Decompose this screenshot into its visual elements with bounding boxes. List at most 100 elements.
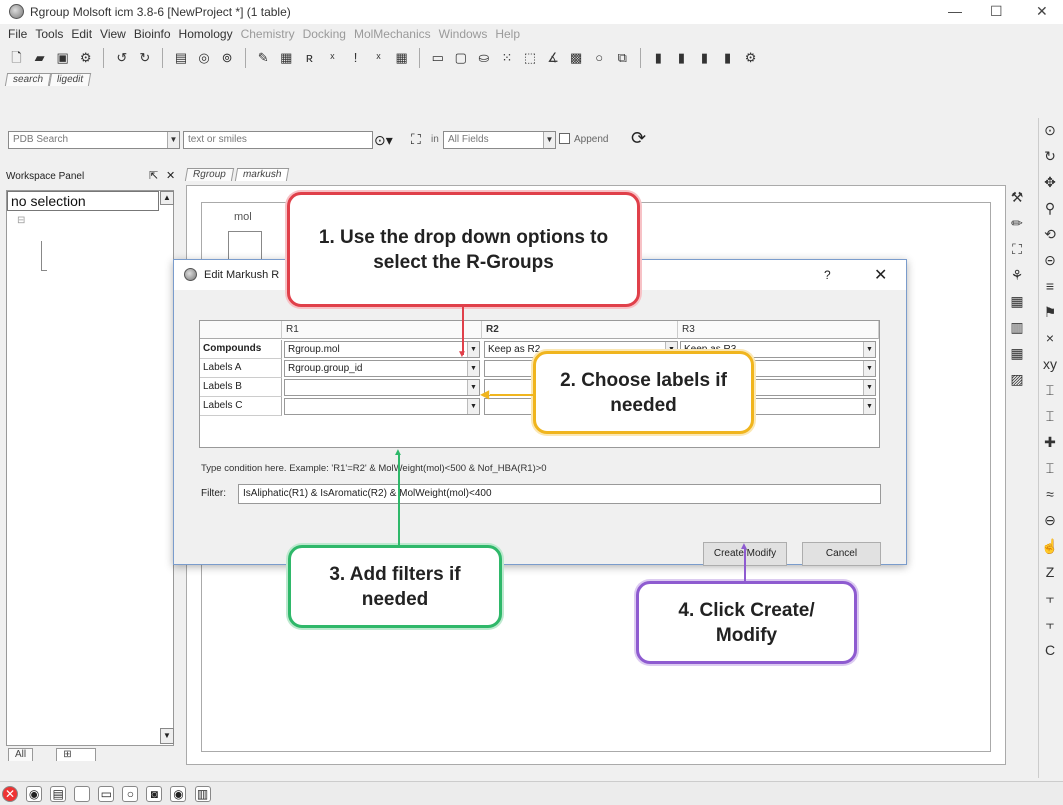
search-source-dropdown[interactable]: PDB Search ▼ <box>8 131 180 149</box>
tree-expander-icon[interactable]: ⊟ <box>17 215 25 226</box>
tab-markush[interactable]: markush <box>234 168 290 181</box>
c-icon[interactable]: C <box>1041 641 1059 659</box>
rgroup-icon[interactable]: ʀ <box>301 49 318 66</box>
chart-icon[interactable]: ▨ <box>1008 370 1026 388</box>
fade-icon[interactable]: ≈ <box>1041 485 1059 503</box>
menu-item-docking[interactable]: Docking <box>303 27 346 41</box>
menu-item-tools[interactable]: Tools <box>35 27 63 41</box>
fog-icon[interactable]: ▭ <box>429 49 446 66</box>
reaction-icon[interactable]: ˣ <box>324 49 341 66</box>
search-input[interactable]: text or smiles <box>183 131 373 149</box>
split-icon[interactable]: ⫟ <box>1041 589 1059 607</box>
z-icon[interactable]: Z <box>1041 563 1059 581</box>
help-icon[interactable]: ? <box>824 268 831 282</box>
menu-item-windows[interactable]: Windows <box>439 27 488 41</box>
close-icon[interactable]: ✕ <box>874 265 887 285</box>
grid-icon[interactable]: ▦ <box>393 49 410 66</box>
measure2-icon[interactable]: ⌶ <box>1041 407 1059 425</box>
select-box-icon[interactable]: ⬚ <box>522 49 539 66</box>
tab-all[interactable]: All <box>8 748 34 761</box>
history-icon[interactable]: ⊙▾ <box>374 132 393 149</box>
car-icon[interactable]: ⛀ <box>475 49 492 66</box>
scroll-up-icon[interactable]: ▲ <box>160 191 174 205</box>
xyz-icon[interactable]: xy <box>1041 355 1059 373</box>
workspace-tree[interactable]: no selection ▲ ⊟ ▼ <box>6 190 174 746</box>
undo-icon[interactable]: ↺ <box>113 49 130 66</box>
menu-item-help[interactable]: Help <box>495 27 520 41</box>
redo-icon[interactable]: ↻ <box>136 49 153 66</box>
binoculars-icon[interactable]: ⛶ <box>1008 240 1026 258</box>
rgroup-dropdown[interactable]: ▼ <box>284 398 480 415</box>
search-field-dropdown[interactable]: All Fields ▼ <box>443 131 556 149</box>
menu-item-file[interactable]: File <box>8 27 27 41</box>
menu-item-molmechanics[interactable]: MolMechanics <box>354 27 431 41</box>
column-header-mol[interactable]: mol <box>234 211 252 223</box>
copy-icon[interactable]: ⧉ <box>614 49 631 66</box>
table-chem-icon[interactable]: ▦ <box>278 49 295 66</box>
measure-icon[interactable]: ⌶ <box>1041 381 1059 399</box>
pencil-icon[interactable]: ✏ <box>1008 214 1026 232</box>
building-icon[interactable]: ▥ <box>194 786 211 802</box>
bar3-icon[interactable]: ▮ <box>696 49 713 66</box>
rgroup-dropdown[interactable]: Rgroup.group_id ▼ <box>284 360 480 377</box>
cancel-button[interactable]: Cancel <box>802 542 881 566</box>
tab-filter[interactable]: ⊞ <box>56 748 97 761</box>
rgroup-dropdown[interactable]: Rgroup.mol ▼ <box>284 341 480 358</box>
dots-icon[interactable]: ⁙ <box>498 49 515 66</box>
lock-icon[interactable]: ⊝ <box>1041 251 1059 269</box>
open-folder-icon[interactable]: ▰ <box>31 49 48 66</box>
refresh-icon[interactable]: ⟳ <box>631 128 646 149</box>
ring-icon[interactable]: ○ <box>122 786 139 802</box>
close-icon[interactable]: × <box>1041 329 1059 347</box>
measure3-icon[interactable]: ⌶ <box>1041 459 1059 477</box>
pin-icon[interactable]: ⚑ <box>1041 303 1059 321</box>
target-icon[interactable]: ⊙ <box>1041 121 1059 139</box>
search-molecule-icon[interactable]: ◎ <box>196 49 213 66</box>
blank-icon[interactable] <box>74 786 91 802</box>
structure-icon[interactable]: ▢ <box>452 49 469 66</box>
tab-rgroup[interactable]: Rgroup <box>184 168 234 181</box>
menu-item-view[interactable]: View <box>100 27 126 41</box>
scroll-down-icon[interactable]: ▼ <box>160 728 174 744</box>
bar4-icon[interactable]: ▮ <box>719 49 736 66</box>
menu-item-chemistry[interactable]: Chemistry <box>241 27 295 41</box>
undock-icon[interactable]: ⇱ <box>149 169 158 182</box>
stop-icon[interactable]: ✕ <box>2 786 18 802</box>
tab-ligedit[interactable]: ligedit <box>48 73 92 86</box>
tree-icon[interactable]: ⚘ <box>1008 266 1026 284</box>
record-icon[interactable]: ◉ <box>26 786 43 802</box>
circle-icon[interactable]: ○ <box>591 49 608 66</box>
zoom-icon[interactable]: ⚲ <box>1041 199 1059 217</box>
menu-item-edit[interactable]: Edit <box>71 27 92 41</box>
chem-edit-icon[interactable]: ✎ <box>255 49 272 66</box>
move-icon[interactable]: ✥ <box>1041 173 1059 191</box>
layers-icon[interactable]: ≡ <box>1041 277 1059 295</box>
monitor-icon[interactable]: ▩ <box>568 49 585 66</box>
close-panel-icon[interactable]: ✕ <box>166 169 175 182</box>
workspace-selection[interactable]: no selection <box>7 191 159 211</box>
menu-item-bioinfo[interactable]: Bioinfo <box>134 27 171 41</box>
split2-icon[interactable]: ⫟ <box>1041 615 1059 633</box>
new-file-icon[interactable]: 🗋 <box>8 49 25 66</box>
bar1-icon[interactable]: ▮ <box>650 49 667 66</box>
table-icon[interactable]: ▦ <box>1008 292 1026 310</box>
minimize-icon[interactable]: — <box>948 3 962 19</box>
page-icon[interactable]: ▤ <box>50 786 67 802</box>
grid-icon[interactable]: ▦ <box>1008 344 1026 362</box>
rgroup-dropdown[interactable]: ▼ <box>284 379 480 396</box>
bar2-icon[interactable]: ▮ <box>673 49 690 66</box>
alert-icon[interactable]: ! <box>347 49 364 66</box>
menu-item-homology[interactable]: Homology <box>179 27 233 41</box>
gear-icon[interactable]: ⚙ <box>742 49 759 66</box>
columns-icon[interactable]: ▥ <box>1008 318 1026 336</box>
filter-input[interactable]: IsAliphatic(R1) & IsAromatic(R2) & MolWe… <box>238 484 881 504</box>
tab-search[interactable]: search <box>4 73 52 86</box>
eye-icon[interactable]: ◉ <box>170 786 187 802</box>
hand-icon[interactable]: ☝ <box>1041 537 1059 555</box>
markush-icon[interactable]: ˣ <box>370 49 387 66</box>
binoculars-icon[interactable]: ⛶ <box>411 131 421 148</box>
settings-icon[interactable]: ⚙ <box>77 49 94 66</box>
hammer-icon[interactable]: ⚒ <box>1008 188 1026 206</box>
list-icon[interactable]: ▭ <box>98 786 115 802</box>
rotate-icon[interactable]: ↻ <box>1041 147 1059 165</box>
